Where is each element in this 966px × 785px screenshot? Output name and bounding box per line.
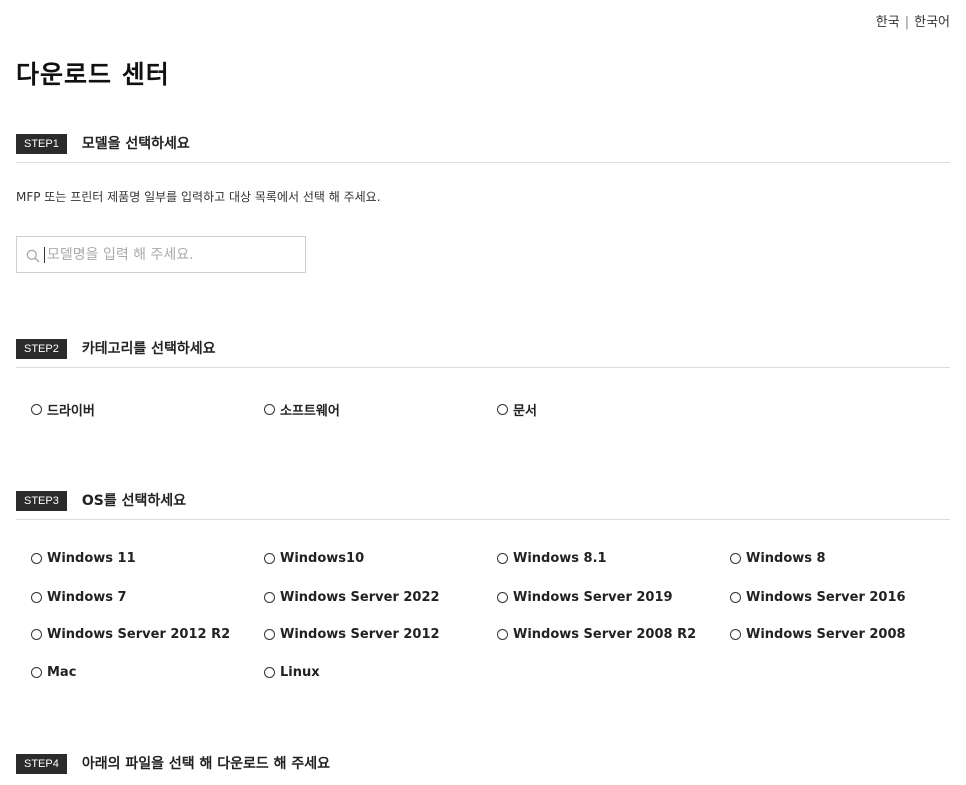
step1-title: 모델을 선택하세요 [81, 136, 190, 152]
radio-icon[interactable] [497, 629, 508, 640]
os-options-row-3: Windows Server 2012 R2 Windows Server 20… [31, 627, 963, 642]
os-option[interactable]: Windows Server 2019 [497, 590, 730, 605]
step4-header: STEP4 아래의 파일을 선택 해 다운로드 해 주세요 [16, 754, 950, 782]
radio-icon[interactable] [730, 553, 741, 564]
model-search-box[interactable] [16, 236, 306, 273]
language-selector: 한국 | 한국어 [876, 11, 950, 30]
option-label: 문서 [513, 404, 537, 419]
step3-header: STEP3 OS를 선택하세요 [16, 491, 950, 520]
step3-badge: STEP3 [16, 491, 67, 511]
option-label: Windows 8 [746, 551, 826, 566]
os-option[interactable]: Windows Server 2008 R2 [497, 627, 730, 642]
step4-badge: STEP4 [16, 754, 67, 774]
option-label: Windows Server 2022 [280, 590, 440, 605]
os-option[interactable]: Linux [264, 665, 497, 680]
option-label: Windows Server 2016 [746, 590, 906, 605]
option-label: Linux [280, 665, 320, 680]
os-options-row-2: Windows 7 Windows Server 2022 Windows Se… [31, 590, 963, 605]
option-label: Windows Server 2008 R2 [513, 627, 697, 642]
option-label: Mac [47, 665, 77, 680]
os-option[interactable]: Windows Server 2022 [264, 590, 497, 605]
os-option[interactable]: Windows Server 2012 R2 [31, 627, 264, 642]
step1-header: STEP1 모델을 선택하세요 [16, 134, 950, 163]
step4-title: 아래의 파일을 선택 해 다운로드 해 주세요 [81, 756, 331, 772]
os-option[interactable]: Windows Server 2012 [264, 627, 497, 642]
os-option[interactable]: Windows 7 [31, 590, 264, 605]
country-link[interactable]: 한국 [876, 15, 900, 30]
option-label: Windows 11 [47, 551, 136, 566]
os-option[interactable]: Windows Server 2008 [730, 627, 963, 642]
category-option-document[interactable]: 문서 [497, 400, 730, 419]
radio-icon[interactable] [264, 629, 275, 640]
option-label: Windows 8.1 [513, 551, 607, 566]
lang-separator: | [904, 15, 910, 30]
os-option[interactable]: Windows10 [264, 551, 497, 566]
option-label: Windows 7 [47, 590, 127, 605]
category-option-driver[interactable]: 드라이버 [31, 400, 264, 419]
os-option[interactable]: Windows 11 [31, 551, 264, 566]
option-label: Windows10 [280, 551, 365, 566]
language-link[interactable]: 한국어 [914, 15, 950, 30]
radio-icon[interactable] [264, 553, 275, 564]
os-option[interactable]: Mac [31, 665, 264, 680]
radio-icon[interactable] [264, 667, 275, 678]
step1-badge: STEP1 [16, 134, 67, 154]
radio-icon[interactable] [264, 404, 275, 415]
category-options: 드라이버 소프트웨어 문서 [31, 400, 730, 419]
step1-description: MFP 또는 프린터 제품명 일부를 입력하고 대상 목록에서 선택 해 주세요… [16, 190, 381, 204]
os-options-row-1: Windows 11 Windows10 Windows 8.1 Windows… [31, 551, 963, 566]
radio-icon[interactable] [31, 553, 42, 564]
os-option[interactable]: Windows 8 [730, 551, 963, 566]
step2-header: STEP2 카테고리를 선택하세요 [16, 339, 950, 368]
page-title: 다운로드 센터 [16, 60, 170, 89]
step2-title: 카테고리를 선택하세요 [81, 341, 216, 357]
option-label: Windows Server 2008 [746, 627, 906, 642]
radio-icon[interactable] [730, 629, 741, 640]
radio-icon[interactable] [497, 592, 508, 603]
radio-icon[interactable] [497, 553, 508, 564]
option-label: Windows Server 2019 [513, 590, 673, 605]
option-label: Windows Server 2012 R2 [47, 627, 231, 642]
radio-icon[interactable] [31, 667, 42, 678]
step3-title: OS를 선택하세요 [81, 493, 186, 509]
model-search-input[interactable] [45, 246, 287, 263]
option-label: Windows Server 2012 [280, 627, 440, 642]
option-label: 소프트웨어 [280, 404, 340, 419]
radio-icon[interactable] [264, 592, 275, 603]
radio-icon[interactable] [31, 404, 42, 415]
search-icon [26, 248, 40, 262]
os-option[interactable]: Windows 8.1 [497, 551, 730, 566]
radio-icon[interactable] [31, 592, 42, 603]
radio-icon[interactable] [31, 629, 42, 640]
os-option[interactable]: Windows Server 2016 [730, 590, 963, 605]
option-label: 드라이버 [47, 404, 95, 419]
radio-icon[interactable] [730, 592, 741, 603]
radio-icon[interactable] [497, 404, 508, 415]
category-option-software[interactable]: 소프트웨어 [264, 400, 497, 419]
os-options-row-4: Mac Linux [31, 665, 497, 680]
step2-badge: STEP2 [16, 339, 67, 359]
